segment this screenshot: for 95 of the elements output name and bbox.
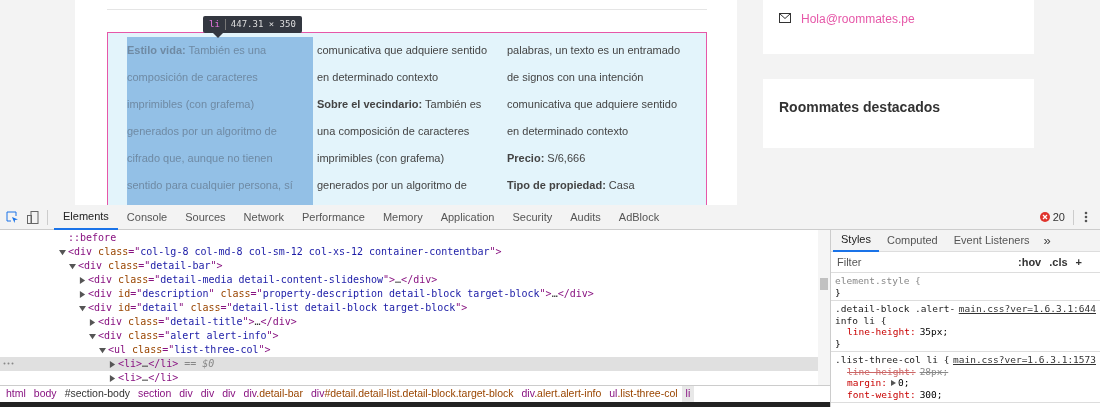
text-line: comunicativa que adquiere sentido — [317, 43, 488, 58]
styles-tab[interactable]: Event Listeners — [945, 230, 1038, 252]
devtools-tab[interactable]: Security — [503, 204, 562, 230]
styles-tab[interactable]: Computed — [878, 230, 946, 252]
inspect-icon[interactable] — [6, 210, 19, 224]
css-property[interactable]: font-weight: — [847, 388, 916, 400]
expand-triangle-icon[interactable] — [79, 276, 86, 284]
dom-node[interactable]: <li>…</li> — [118, 372, 179, 384]
breadcrumb[interactable]: div#detail.detail-list.detail-block.target-block — [306, 386, 518, 402]
text-line: palabras, un texto es un entramado — [507, 43, 682, 58]
text-line: una composición de caracteres — [317, 124, 471, 139]
text-line: generados por un algoritmo de — [127, 124, 278, 139]
text-line: generados por un algoritmo de — [317, 178, 468, 193]
css-property[interactable]: line-height: — [847, 326, 916, 338]
expand-triangle-icon[interactable] — [79, 290, 86, 298]
breadcrumb[interactable]: body — [29, 386, 61, 402]
expand-triangle-icon[interactable] — [891, 379, 897, 386]
expand-triangle-icon[interactable] — [109, 374, 116, 382]
scrollbar[interactable] — [818, 230, 830, 385]
text-line: en determinado contexto — [507, 124, 630, 139]
breadcrumb[interactable]: li — [681, 386, 695, 402]
dom-node[interactable]: <div class="alert alert-info"> — [98, 330, 279, 342]
styles-tab[interactable]: Styles — [833, 230, 879, 252]
css-selector: element.style { — [835, 275, 921, 287]
dom-node[interactable]: <div class="detail-media detail-content-slideshow">…</div> — [88, 274, 438, 286]
featured-title: Roommates destacados — [779, 98, 942, 117]
device-icon[interactable] — [27, 210, 39, 224]
text-line: en determinado contexto — [317, 70, 440, 85]
expand-triangle-icon[interactable] — [89, 318, 96, 326]
devtools-tab[interactable]: AdBlock — [609, 204, 669, 230]
css-property[interactable]: margin: — [847, 377, 888, 389]
text-line: sentido para cualquier persona, sí — [127, 178, 294, 193]
stylesheet-link[interactable]: main.css?ver=1.6.3.1:1573 — [953, 354, 1096, 400]
closing-brace: } — [835, 286, 842, 298]
tooltip-tag: li — [209, 17, 220, 32]
dom-node[interactable]: ::before — [68, 232, 117, 244]
devtools-tab[interactable]: Elements — [54, 204, 118, 230]
text-line: Tipo de propiedad: Casa — [507, 178, 636, 193]
breadcrumb[interactable]: div.detail-bar — [239, 386, 307, 402]
css-value[interactable]: 300; — [919, 388, 943, 400]
dom-node[interactable]: <div class="col-lg-8 col-md-8 col-sm-12 col-xs-12 container-contentbar"> — [68, 246, 502, 258]
breadcrumb[interactable]: #section-body — [60, 386, 134, 402]
breadcrumb[interactable]: div — [218, 386, 240, 402]
stylesheet-link[interactable]: main.css?ver=1.6.3.1:644 — [958, 303, 1096, 349]
css-selector: .detail-block .alert-info li { — [835, 303, 957, 326]
devtools-tab[interactable]: Memory — [373, 204, 432, 230]
breadcrumb[interactable]: div — [175, 386, 197, 402]
expand-triangle-icon[interactable] — [109, 360, 116, 368]
dom-node[interactable]: <div id="detail" class="detail-list detail-block target-block"> — [88, 302, 468, 314]
mail-icon — [779, 13, 791, 23]
collapse-triangle-icon[interactable] — [89, 332, 96, 340]
text-line: de signos con una intención — [507, 70, 645, 85]
error-count[interactable]: 20 — [1052, 208, 1065, 226]
filter-option-button[interactable]: .cls — [1045, 253, 1072, 271]
text-line: Sobre el vecindario: También es — [317, 97, 483, 112]
css-property[interactable]: line-height: — [847, 365, 916, 377]
dom-node[interactable]: <div class="detail-title">…</div> — [98, 316, 297, 328]
collapse-triangle-icon[interactable] — [69, 262, 76, 270]
css-value[interactable]: 0; — [898, 377, 910, 389]
more-dots-icon[interactable] — [3, 362, 14, 365]
devtools-tab[interactable]: Console — [117, 204, 177, 230]
breadcrumb[interactable]: html — [2, 386, 30, 402]
more-tabs-button[interactable]: » — [1037, 230, 1057, 251]
text-line: composición de caracteres — [127, 70, 259, 85]
css-value[interactable]: 35px; — [919, 326, 949, 338]
collapse-triangle-icon[interactable] — [59, 248, 66, 256]
devtools-tab[interactable]: Application — [431, 204, 504, 230]
text-line: comunicativa que adquiere sentido — [507, 97, 678, 112]
dom-node[interactable]: <ul class="list-three-col"> — [108, 344, 271, 356]
text-line: imprimibles (con grafema) — [317, 151, 446, 166]
text-line: cifrado que, aunque no tienen — [127, 151, 274, 166]
more-icon[interactable] — [1084, 211, 1088, 223]
breadcrumb[interactable]: div.alert.alert-info — [517, 386, 606, 402]
css-value[interactable]: 28px; — [919, 365, 949, 377]
collapse-triangle-icon[interactable] — [79, 304, 86, 312]
dom-node[interactable]: <div id="description" class="property-description detail-block target-block">…</div> — [88, 288, 594, 300]
dom-node[interactable]: <li>…</li> == $0 — [118, 358, 215, 370]
breadcrumb[interactable]: ul.list-three-col — [605, 386, 682, 402]
text-line: Precio: S/6,666 — [507, 151, 587, 166]
tooltip-size: 447.31 × 350 — [230, 17, 296, 31]
css-selector: .list-three-col li { — [835, 354, 950, 366]
error-icon — [1039, 212, 1050, 222]
text-line: imprimibles (con grafema) — [127, 97, 256, 112]
devtools-tab[interactable]: Audits — [561, 204, 610, 230]
filter-option-button[interactable]: :hov — [1014, 253, 1046, 271]
text-line: Estilo vida: También es una — [127, 43, 268, 58]
devtools-tab[interactable]: Sources — [176, 204, 235, 230]
devtools-tab[interactable]: Network — [234, 204, 293, 230]
breadcrumb[interactable]: section — [134, 386, 176, 402]
dom-node[interactable]: <div class="detail-bar"> — [78, 260, 223, 272]
closing-brace: } — [835, 337, 842, 349]
devtools-tab[interactable]: Performance — [292, 204, 374, 230]
collapse-triangle-icon[interactable] — [99, 346, 106, 354]
filter-option-button[interactable]: + — [1071, 253, 1087, 271]
breadcrumb[interactable]: div — [196, 386, 219, 402]
